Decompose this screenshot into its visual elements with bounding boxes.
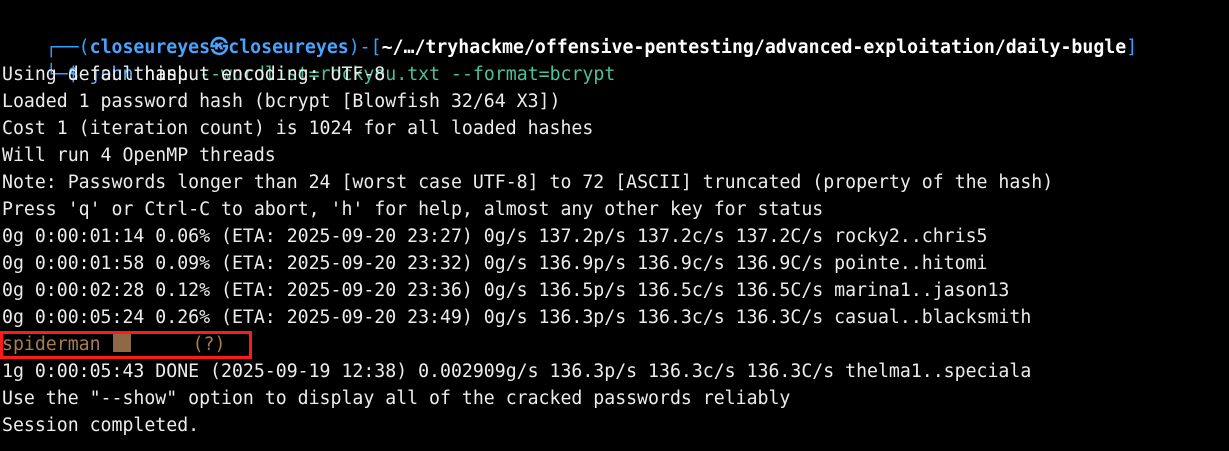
prompt-line-1: ┌──(closeureyes㉿closeureyes)-[~/…/tryhac… bbox=[2, 7, 1137, 58]
output-line: Will run 4 OpenMP threads bbox=[2, 145, 276, 166]
command-arg-format: --format=bcrypt bbox=[451, 64, 616, 85]
status-line: 0g 0:00:01:58 0.09% (ETA: 2025-09-20 23:… bbox=[2, 253, 988, 274]
output-line: Press 'q' or Ctrl-C to abort, 'h' for he… bbox=[2, 199, 824, 220]
prompt-line-2: └─$ john hash --wordlist=rockyou.txt --f… bbox=[2, 34, 615, 85]
output-line: Use the "--show" option to display all o… bbox=[2, 388, 791, 409]
status-line: 0g 0:00:02:28 0.12% (ETA: 2025-09-20 23:… bbox=[2, 280, 1010, 301]
output-line: Using default input encoding: UTF-8 bbox=[2, 64, 386, 85]
status-line: 0g 0:00:01:14 0.06% (ETA: 2025-09-20 23:… bbox=[2, 226, 988, 247]
terminal-window[interactable]: ┌──(closeureyes㉿closeureyes)-[~/…/tryhac… bbox=[0, 0, 1229, 451]
prompt-end: ] bbox=[1126, 37, 1138, 58]
status-line: 0g 0:00:05:24 0.26% (ETA: 2025-09-20 23:… bbox=[2, 307, 1032, 328]
output-line: Cost 1 (iteration count) is 1024 for all… bbox=[2, 118, 594, 139]
highlight-box bbox=[0, 331, 252, 359]
output-line: Session completed. bbox=[2, 415, 200, 436]
status-line-done: 1g 0:00:05:43 DONE (2025-09-19 12:38) 0.… bbox=[2, 361, 1032, 382]
output-line: Loaded 1 password hash (bcrypt [Blowfish… bbox=[2, 91, 561, 112]
output-line: Note: Passwords longer than 24 [worst ca… bbox=[2, 172, 1054, 193]
